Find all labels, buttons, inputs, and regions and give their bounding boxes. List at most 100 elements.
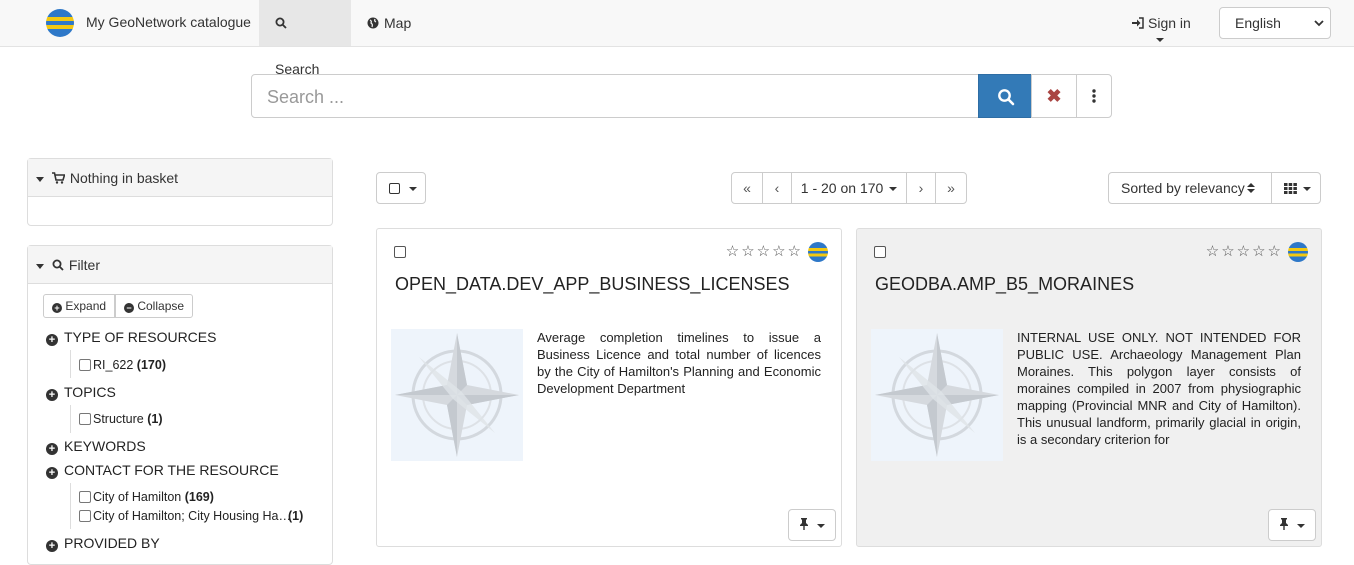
expand-button[interactable]: + Expand [43, 294, 116, 318]
filter-header[interactable]: Filter [28, 246, 332, 284]
pager-first-label: « [743, 180, 751, 196]
record-checkbox[interactable] [874, 246, 886, 258]
caret-down-icon [1296, 523, 1305, 528]
record-thumbnail[interactable] [871, 329, 1003, 461]
pager-first-button[interactable]: « [731, 172, 763, 204]
facet-divider [70, 350, 71, 378]
close-icon: ✖ [1046, 86, 1062, 106]
plus-circle-icon: + [46, 443, 58, 455]
search-icon [275, 17, 287, 29]
facet-item-count: (170) [136, 358, 166, 372]
tab-search[interactable]: Search [259, 0, 351, 77]
signin-caret-icon[interactable] [1156, 38, 1164, 42]
chevron-down-icon [1314, 20, 1324, 27]
caret-down-icon [36, 263, 44, 269]
facet-topics[interactable]: + TOPICS [46, 384, 116, 401]
facet-keywords[interactable]: + KEYWORDS [46, 438, 146, 455]
compass-rose-icon [395, 333, 519, 457]
pager-next-label: › [918, 180, 924, 196]
facet-item-count: (169) [184, 490, 214, 504]
record-checkbox[interactable] [394, 246, 406, 258]
signin-label: Sign in [1148, 15, 1191, 31]
compass-rose-icon [875, 333, 999, 457]
facet-label: TOPICS [64, 384, 116, 400]
brand-title[interactable]: My GeoNetwork catalogue [86, 14, 251, 30]
basket-label: Nothing in basket [69, 170, 179, 186]
source-catalog-icon [808, 242, 828, 262]
plus-circle-icon: + [46, 334, 58, 346]
sign-in-icon [1132, 17, 1144, 29]
facet-divider [70, 483, 71, 529]
record-title[interactable]: GEODBA.AMP_B5_MORAINES [875, 274, 1134, 295]
rating-stars-icon[interactable]: ☆☆☆☆☆ [1206, 242, 1283, 260]
top-navbar: My GeoNetwork catalogue Search Map Sign … [0, 0, 1354, 77]
caret-down-icon [889, 187, 898, 192]
pager-range-label: 1 - 20 on 170 [800, 180, 884, 196]
facet-item-structure[interactable]: Structure (1) [79, 412, 162, 426]
pager-last-button[interactable]: » [935, 172, 967, 204]
facet-item-city-of-hamilton[interactable]: City of Hamilton (169) [79, 490, 214, 504]
pager-prev-button[interactable]: ‹ [762, 172, 792, 204]
basket-header[interactable]: Nothing in basket [28, 159, 332, 197]
expand-label: Expand [65, 299, 107, 313]
facet-provided-by[interactable]: + PROVIDED BY [46, 535, 160, 552]
pager-prev-label: ‹ [774, 180, 780, 196]
filter-panel: Filter + Expand − Collapse + TYPE OF RESO… [27, 245, 333, 565]
caret-down-icon [1302, 187, 1311, 192]
record-description: Average completion timelines to issue a … [537, 330, 821, 396]
checkbox-icon [389, 183, 400, 194]
checkbox[interactable] [79, 359, 91, 371]
caret-down-icon [409, 187, 417, 191]
search-icon [998, 89, 1015, 106]
collapse-button[interactable]: − Collapse [115, 294, 194, 318]
search-input[interactable]: Search ... [251, 74, 979, 118]
select-all-dropdown[interactable] [376, 172, 426, 204]
record-thumbnail[interactable] [391, 329, 523, 461]
geonetwork-logo-icon[interactable] [46, 9, 74, 37]
checkbox[interactable] [79, 510, 91, 522]
shopping-cart-icon [51, 172, 66, 184]
pushpin-icon [1280, 518, 1288, 530]
plus-circle-icon: + [46, 389, 58, 401]
facet-item-ri-622[interactable]: RI_622 (170) [79, 358, 166, 372]
plus-circle-icon: + [46, 540, 58, 552]
more-options-button[interactable] [1076, 74, 1112, 118]
pager-last-label: » [947, 180, 955, 196]
language-value: English [1235, 15, 1281, 31]
minus-circle-icon: − [124, 303, 134, 313]
checkbox[interactable] [79, 491, 91, 503]
facet-label: KEYWORDS [64, 438, 146, 454]
facet-type-of-resources[interactable]: + TYPE OF RESOURCES [46, 329, 216, 346]
record-card[interactable]: ☆☆☆☆☆ OPEN_DATA.DEV_APP_BUSINESS_LICENSE… [376, 228, 842, 547]
facet-item-label: Structure [93, 412, 144, 426]
tab-map[interactable]: Map [351, 0, 427, 46]
sort-dropdown[interactable]: Sorted by relevancy [1108, 172, 1272, 204]
caret-down-icon [816, 523, 825, 528]
facet-divider [70, 405, 71, 433]
signin-link[interactable]: Sign in [1131, 15, 1191, 31]
pager-range-dropdown[interactable]: 1 - 20 on 170 [791, 172, 907, 204]
pager-next-button[interactable]: › [906, 172, 936, 204]
clear-search-button[interactable]: ✖ [1031, 74, 1077, 118]
filter-title: Filter [68, 257, 101, 273]
facet-item-label: City of Hamilton [93, 490, 182, 504]
search-button[interactable] [978, 74, 1032, 118]
facet-label: TYPE OF RESOURCES [64, 329, 217, 345]
collapse-label: Collapse [137, 299, 185, 313]
caret-down-icon [36, 176, 44, 182]
facet-item-city-housing[interactable]: City of Hamilton; City Housing Ha… (1) [79, 509, 319, 523]
facet-item-count: (1) [288, 509, 304, 523]
pushpin-icon [800, 518, 808, 530]
facet-contact-for-the-resource[interactable]: + CONTACT FOR THE RESOURCE [46, 462, 279, 479]
rating-stars-icon[interactable]: ☆☆☆☆☆ [726, 242, 803, 260]
basket-panel: Nothing in basket [27, 158, 333, 226]
language-select[interactable]: English [1219, 7, 1331, 39]
record-title[interactable]: OPEN_DATA.DEV_APP_BUSINESS_LICENSES [395, 274, 789, 295]
record-actions-dropdown[interactable] [1268, 509, 1316, 541]
view-mode-dropdown[interactable] [1271, 172, 1321, 204]
vertical-ellipsis-icon [1092, 89, 1096, 103]
facet-item-label: RI_622 [93, 358, 134, 372]
record-card[interactable]: ☆☆☆☆☆ GEODBA.AMP_B5_MORAINES INTERNAL US… [856, 228, 1322, 547]
checkbox[interactable] [79, 413, 91, 425]
record-actions-dropdown[interactable] [788, 509, 836, 541]
